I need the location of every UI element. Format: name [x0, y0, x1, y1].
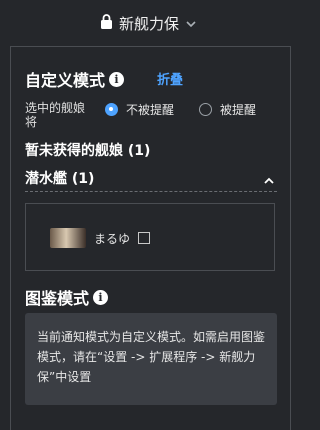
list-item[interactable]: まるゆ	[50, 228, 151, 248]
radio-remind[interactable]: 被提醒	[199, 101, 256, 118]
custom-mode-section-title: 自定义模式 i	[25, 67, 125, 91]
category-divider	[25, 191, 277, 192]
custom-mode-title: 自定义模式	[25, 71, 106, 90]
radio-button-unchecked[interactable]	[199, 103, 212, 116]
ship-checkbox[interactable]	[138, 232, 151, 244]
unobtained-heading: 暂未获得的舰娘 (1)	[25, 143, 151, 159]
radio-not-remind[interactable]: 不被提醒	[105, 101, 174, 118]
info-icon[interactable]: i	[93, 289, 109, 305]
lock-icon	[100, 13, 113, 33]
catalog-mode-title: 图鉴模式	[25, 289, 90, 308]
settings-panel: 自定义模式 i 折叠 选中的舰娘将 不被提醒 被提醒 暂未获得的舰娘 (1) 潜…	[10, 46, 291, 430]
catalog-mode-section-title: 图鉴模式 i	[25, 285, 109, 309]
catalog-notice: 当前通知模式为自定义模式。如需启用图鉴模式，请在“设置 -> 扩展程序 -> 新…	[25, 313, 277, 405]
ship-avatar	[50, 228, 86, 248]
radio-remind-label: 被提醒	[220, 103, 257, 117]
radio-not-remind-label: 不被提醒	[126, 103, 175, 117]
app-title: 新舰力保	[118, 14, 179, 33]
selection-label: 选中的舰娘将	[25, 101, 86, 129]
collapse-link[interactable]: 折叠	[157, 69, 183, 88]
radio-button-checked[interactable]	[105, 103, 118, 116]
app-header[interactable]: 新舰力保	[0, 0, 297, 46]
ship-name: まるゆ	[94, 231, 131, 246]
chevron-down-icon[interactable]	[185, 14, 197, 32]
info-icon[interactable]: i	[109, 71, 125, 87]
category-header[interactable]: 潜水艦 (1)	[25, 168, 94, 188]
chevron-up-icon[interactable]	[263, 170, 275, 189]
ship-list: まるゆ	[25, 203, 275, 271]
